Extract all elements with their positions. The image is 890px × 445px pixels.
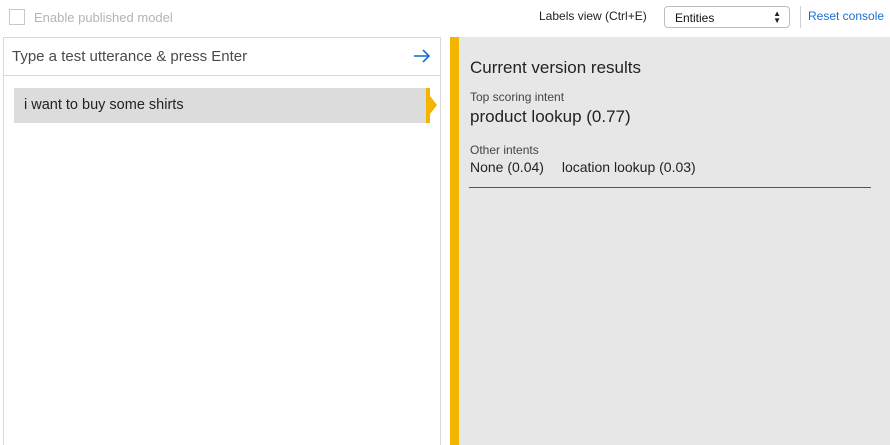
utterance-list-item[interactable]: i want to buy some shirts [14,88,437,123]
utterance-input[interactable] [12,44,402,68]
other-intent-item: None (0.04) [470,159,544,175]
top-scoring-intent-label: Top scoring intent [470,90,565,104]
labels-view-selected-value: Entities [675,11,715,25]
results-panel: Current version results Top scoring inte… [459,37,890,445]
results-accent-bar [450,37,459,445]
enable-published-label: Enable published model [34,10,173,25]
other-intents-list: None (0.04) location lookup (0.03) [470,159,710,175]
arrow-right-icon[interactable] [412,46,432,66]
labels-view-label: Labels view (Ctrl+E) [539,9,647,23]
results-divider [469,187,871,188]
results-title: Current version results [470,58,642,77]
utterance-input-row [4,38,440,76]
other-intents-label: Other intents [470,143,539,157]
toolbar-divider [800,6,801,28]
top-toolbar: Enable published model Labels view (Ctrl… [0,0,890,36]
selected-pointer-icon [430,96,437,114]
utterance-text: i want to buy some shirts [24,97,184,113]
enable-published-checkbox[interactable] [9,9,25,25]
chevron-up-down-icon: ▲ ▼ [773,9,781,25]
top-scoring-intent-value: product lookup (0.77) [470,107,631,126]
test-utterance-panel: i want to buy some shirts [3,37,441,445]
other-intent-item: location lookup (0.03) [561,159,696,175]
reset-console-link[interactable]: Reset console [808,9,884,23]
labels-view-select[interactable]: Entities ▲ ▼ [664,6,790,28]
